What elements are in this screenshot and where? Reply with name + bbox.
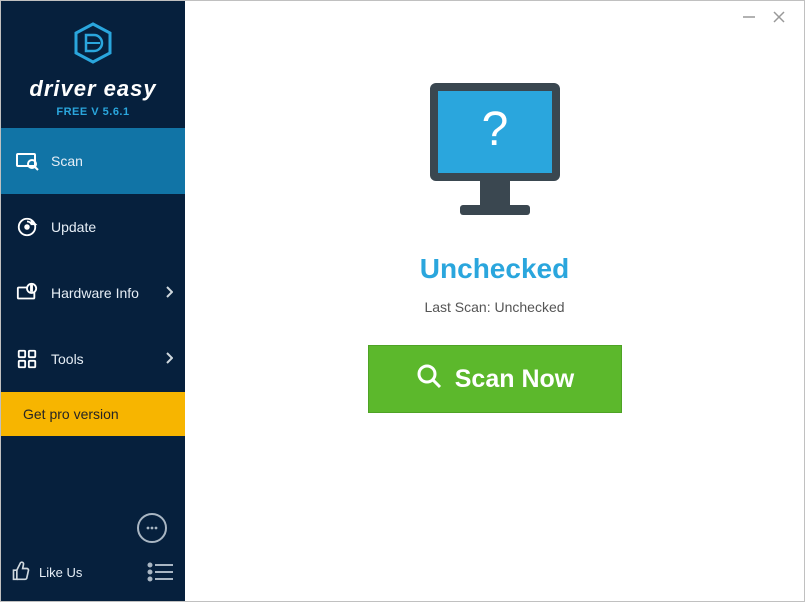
logo-icon [71, 21, 115, 70]
sidebar-item-label: Tools [51, 351, 84, 367]
update-icon [15, 215, 39, 239]
sidebar-item-tools[interactable]: Tools [1, 326, 185, 392]
main-panel: ? Unchecked Last Scan: Unchecked Scan No… [185, 1, 804, 601]
search-icon [415, 362, 443, 397]
svg-text:i: i [31, 284, 33, 293]
sidebar-item-scan[interactable]: Scan [1, 128, 185, 194]
hardware-info-icon: i [15, 281, 39, 305]
get-pro-button[interactable]: Get pro version [1, 392, 185, 436]
menu-icon[interactable] [145, 557, 175, 587]
scan-now-label: Scan Now [455, 365, 574, 394]
get-pro-label: Get pro version [23, 406, 119, 422]
status-subtitle: Last Scan: Unchecked [424, 299, 564, 315]
sidebar-item-label: Scan [51, 153, 83, 169]
scan-now-button[interactable]: Scan Now [368, 345, 622, 413]
svg-text:?: ? [481, 103, 508, 156]
scan-icon [15, 149, 39, 173]
brand-version: FREE V 5.6.1 [17, 106, 169, 118]
sidebar-bottom: Like Us [1, 503, 185, 601]
sidebar: driver easy FREE V 5.6.1 Scan [1, 1, 185, 601]
brand-name: driver easy [17, 76, 169, 102]
sidebar-item-hardware-info[interactable]: i Hardware Info [1, 260, 185, 326]
sidebar-item-label: Hardware Info [51, 285, 139, 301]
chevron-right-icon [165, 285, 173, 301]
feedback-icon[interactable] [137, 513, 167, 543]
thumbs-up-icon [11, 561, 31, 584]
status-title: Unchecked [420, 253, 569, 285]
tools-icon [15, 347, 39, 371]
monitor-illustration: ? [410, 73, 580, 248]
app-window: driver easy FREE V 5.6.1 Scan [0, 0, 805, 602]
sidebar-item-update[interactable]: Update [1, 194, 185, 260]
sidebar-item-label: Update [51, 219, 96, 235]
like-us-label: Like Us [39, 565, 82, 580]
nav-list: Scan Update [1, 128, 185, 392]
brand-block: driver easy FREE V 5.6.1 [1, 1, 185, 128]
like-us-button[interactable]: Like Us [11, 561, 82, 584]
chevron-right-icon [165, 351, 173, 367]
